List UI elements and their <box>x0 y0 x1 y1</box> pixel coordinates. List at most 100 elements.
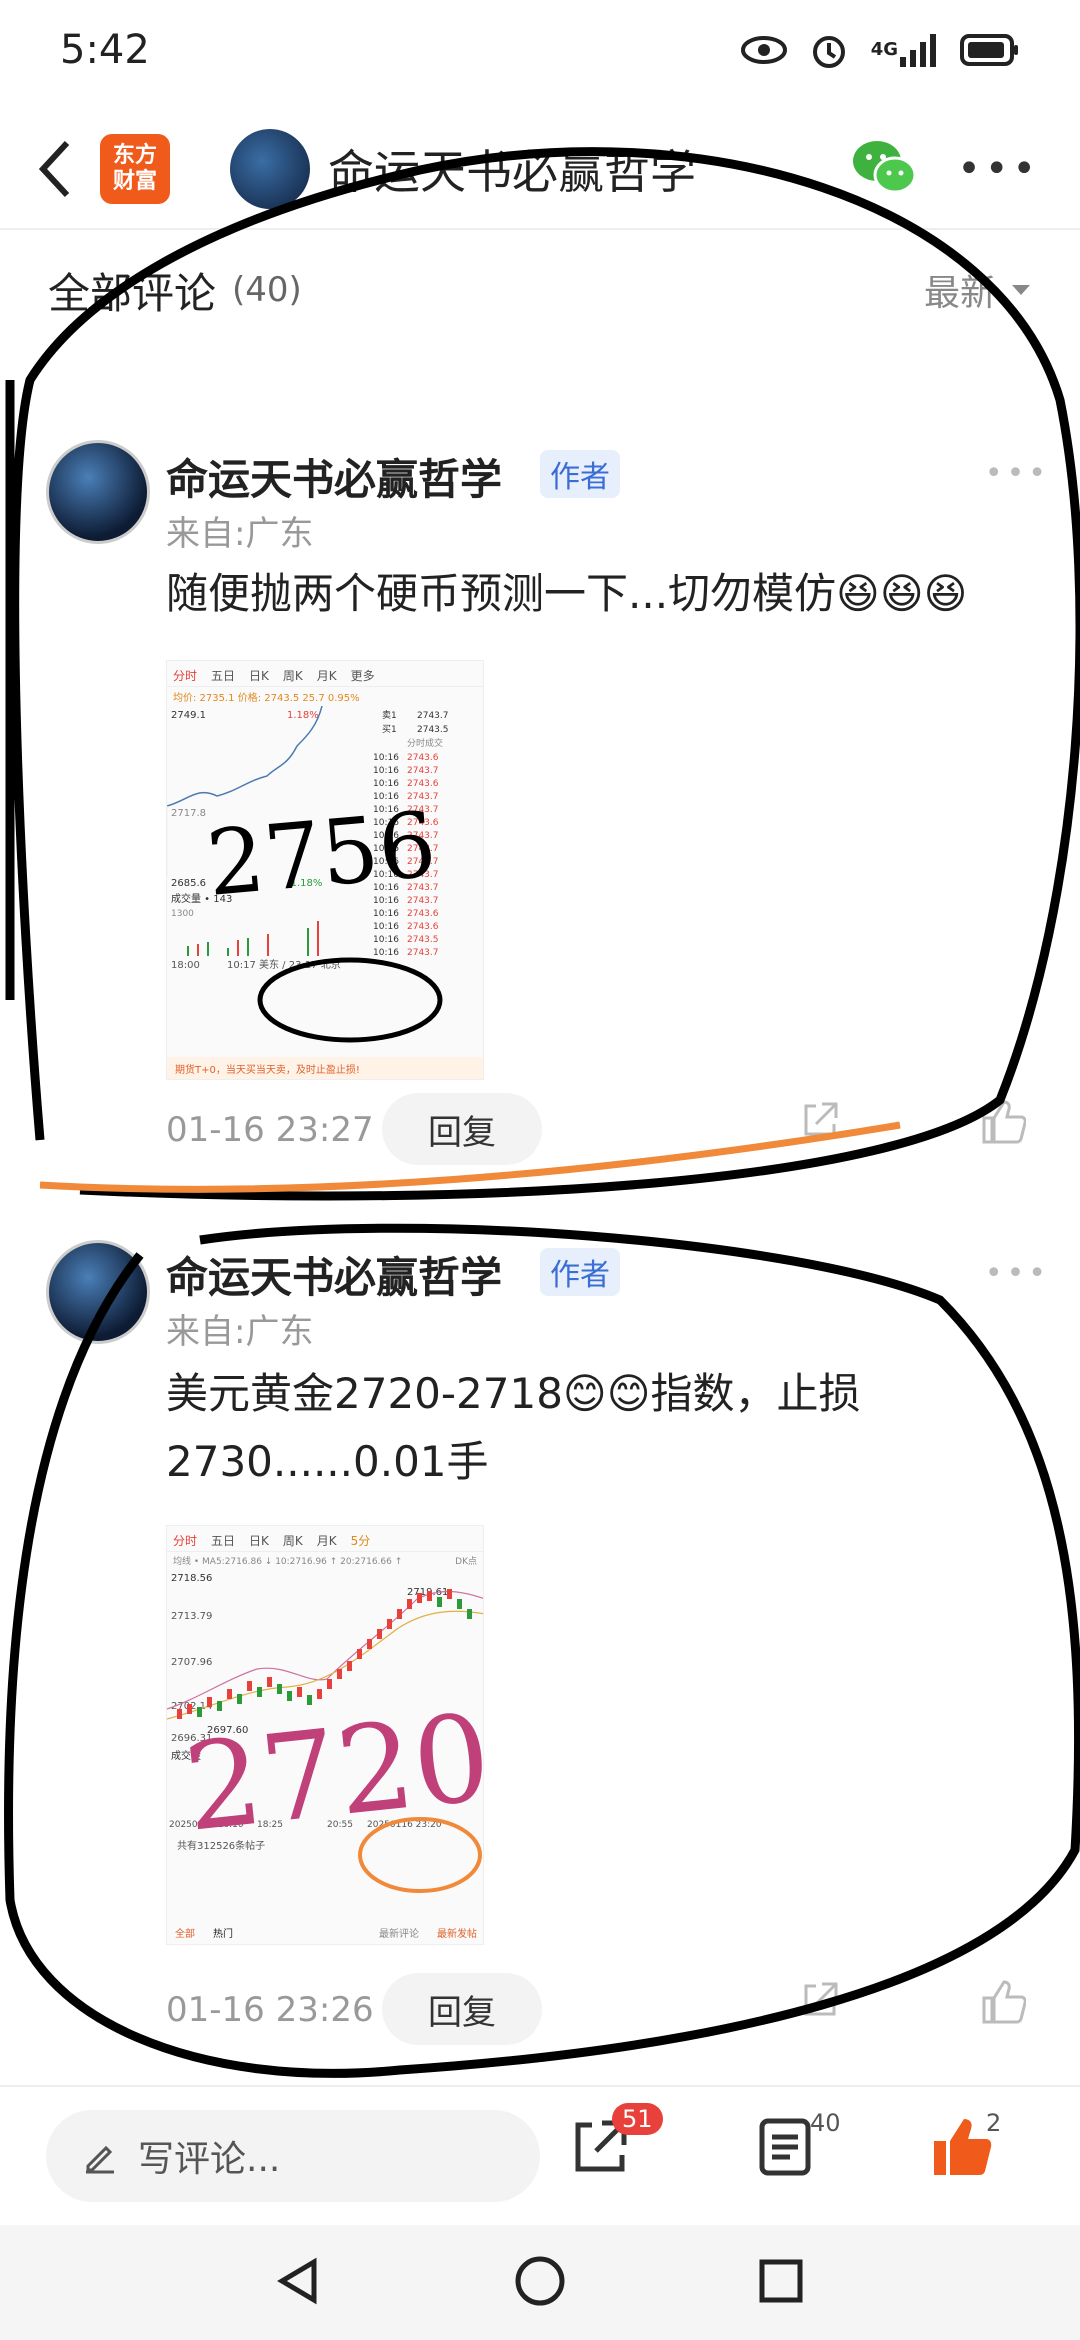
app-logo[interactable]: 东方 财富 <box>100 134 170 204</box>
trade-price: 2743.6 <box>407 909 439 919</box>
bottom-bar: 写评论... 51 40 2 <box>0 2085 1080 2225</box>
wechat-icon[interactable] <box>851 139 917 199</box>
like-count: 2 <box>986 2109 1002 2137</box>
trade-price: 2743.7 <box>407 896 439 906</box>
trade-time: 10:16 <box>373 753 399 763</box>
reply-button[interactable]: 回复 <box>382 1973 542 2045</box>
volume-max: 1300 <box>171 909 194 919</box>
trade-time: 10:16 <box>373 805 399 815</box>
comment-image[interactable]: 分时 五日 日K 周K 月K 更多 均价: 2735.1 价格: 2743.5 25.7 … <box>166 660 484 1080</box>
battery-icon <box>960 33 1020 67</box>
image-tabs: 全部 热门 最新评论 最新发帖 <box>167 1925 483 1940</box>
trade-time: 10:16 <box>373 818 399 828</box>
comment-count: 40 <box>810 2109 841 2137</box>
share-button[interactable]: 51 <box>570 2103 663 2177</box>
comment-avatar[interactable] <box>46 1240 150 1344</box>
candle <box>357 1649 362 1659</box>
like-icon[interactable] <box>980 1100 1027 1148</box>
comments-header: 全部评论 (40) 最新 <box>0 245 1080 335</box>
comment-placeholder: 写评论... <box>138 2139 281 2180</box>
x-end: 10:17 美东 / 23:17 北京 <box>227 958 341 971</box>
chart-high-pct: 1.18% <box>287 710 319 721</box>
x-label: 20:55 <box>327 1820 353 1830</box>
comment-author[interactable]: 命运天书必赢哲学 <box>166 1244 502 1305</box>
comment-more-icon[interactable]: ••• <box>985 1256 1050 1291</box>
candle <box>267 1677 272 1687</box>
volume-label: 成交量 <box>171 1749 201 1762</box>
candle <box>437 1597 442 1607</box>
share-icon[interactable] <box>800 1980 840 2024</box>
comment-text: 随便抛两个硬币预测一下...切勿模仿😆😆😆 <box>166 569 968 618</box>
candle <box>447 1589 452 1599</box>
nav-back-icon[interactable] <box>274 2256 324 2310</box>
comment-avatar[interactable] <box>46 440 150 544</box>
sort-post: 最新发帖 <box>437 1929 477 1940</box>
trade-price: 2743.7 <box>407 948 439 958</box>
candle <box>277 1684 282 1694</box>
candle <box>417 1593 422 1603</box>
intraday-chart: 2749.1 1.18% 2717.8 2685.6 -1.18% 成交量 • … <box>167 705 449 971</box>
buy1-value: 2743.5 <box>417 725 449 735</box>
corner-label: DK点 <box>455 1557 477 1567</box>
chart-low: 2685.6 <box>171 878 206 889</box>
candle <box>297 1687 302 1697</box>
signal-icon: 4G <box>871 33 938 67</box>
comment-list-icon <box>759 2118 811 2176</box>
trade-price: 2743.7 <box>407 883 439 893</box>
candle <box>427 1591 432 1601</box>
candles <box>177 1589 472 1719</box>
trade-price: 2743.7 <box>407 805 439 815</box>
trade-time: 10:16 <box>373 896 399 906</box>
ma-line: 均线 • MA5:2716.86 ↓ 10:2716.96 ↑ 20:2716.… <box>167 1552 483 1569</box>
posts-count: 共有312526条帖子 <box>177 1839 265 1852</box>
app-bar: 东方 财富 命运天书必赢哲学 ••• <box>0 110 1080 230</box>
trade-price: 2743.6 <box>407 753 439 763</box>
page-title[interactable]: 命运天书必赢哲学 <box>328 136 696 202</box>
share-count-badge: 51 <box>612 2103 663 2135</box>
like-icon[interactable] <box>980 1980 1027 2028</box>
trade-price: 2743.7 <box>407 857 439 867</box>
share-icon[interactable] <box>800 1100 840 1144</box>
sort-dropdown[interactable]: 最新 <box>924 264 1032 316</box>
candle <box>367 1639 372 1649</box>
comment-time: 01-16 23:27 <box>166 1110 374 1150</box>
candle <box>287 1691 292 1701</box>
caret-down-icon <box>1012 285 1030 295</box>
status-bar: 5:42 4G <box>0 0 1080 100</box>
buy1-label: 买1 <box>382 724 397 735</box>
trade-price: 2743.6 <box>407 818 439 828</box>
back-button[interactable] <box>20 134 90 204</box>
candle <box>397 1609 402 1619</box>
trade-time: 10:16 <box>373 935 399 945</box>
comment-author[interactable]: 命运天书必赢哲学 <box>166 446 502 507</box>
candle <box>337 1669 342 1679</box>
pencil-icon <box>86 2145 114 2174</box>
low-label: 2697.60 <box>207 1725 248 1736</box>
comments-count: (40) <box>232 270 302 310</box>
price-line: 均价: 2735.1 价格: 2743.5 25.7 0.95% <box>173 693 360 704</box>
comment-more-icon[interactable]: ••• <box>985 456 1050 491</box>
volume-label: 成交量 • 143 <box>171 892 232 905</box>
comment-text: 美元黄金2720-2718😊😊指数，止损2730......0.01手 <box>166 1369 861 1486</box>
nav-home-icon[interactable] <box>513 2254 567 2312</box>
candle <box>327 1679 332 1689</box>
reply-button[interactable]: 回复 <box>382 1093 542 1165</box>
comment-image[interactable]: 分时 五日 日K 周K 月K 5分 均线 • MA5:2716.86 ↓ 10:2716.… <box>166 1525 484 1945</box>
comment-input[interactable]: 写评论... <box>46 2110 540 2202</box>
trade-time: 10:16 <box>373 779 399 789</box>
chart-tabs: 分时 五日 日K 周K 月K 更多 <box>167 661 483 687</box>
more-icon[interactable]: ••• <box>957 146 1040 192</box>
candle <box>237 1694 242 1704</box>
candle <box>177 1709 182 1719</box>
trade-time: 10:16 <box>373 766 399 776</box>
author-avatar[interactable] <box>230 129 310 209</box>
trade-time: 10:16 <box>373 844 399 854</box>
comment-location: 来自:广东 <box>166 514 314 554</box>
candle <box>257 1687 262 1697</box>
candle <box>347 1661 352 1671</box>
comments-button[interactable]: 40 <box>758 2109 841 2177</box>
trade-time: 10:16 <box>373 792 399 802</box>
like-button[interactable]: 2 <box>930 2109 1001 2179</box>
status-time: 5:42 <box>60 27 150 73</box>
nav-recents-icon[interactable] <box>756 2256 806 2310</box>
